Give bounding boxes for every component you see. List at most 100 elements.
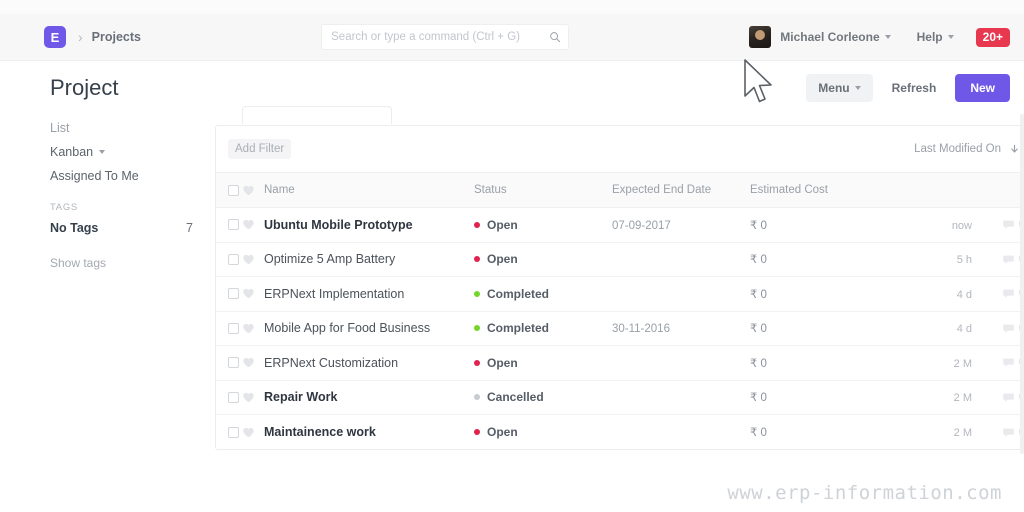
row-select-cell[interactable] bbox=[216, 242, 242, 277]
row-favorite-cell[interactable] bbox=[242, 415, 264, 450]
search-input[interactable] bbox=[321, 24, 570, 50]
select-all-checkbox[interactable] bbox=[228, 184, 239, 196]
comment-count-group[interactable]: 0 bbox=[978, 218, 1024, 231]
comment-icon[interactable] bbox=[1002, 253, 1015, 266]
project-name[interactable]: Maintainence work bbox=[264, 425, 376, 439]
row-comments-cell[interactable]: 0 bbox=[978, 311, 1024, 346]
row-name-cell[interactable]: Ubuntu Mobile Prototype bbox=[264, 208, 474, 243]
row-select-cell[interactable] bbox=[216, 208, 242, 243]
row-checkbox[interactable] bbox=[228, 426, 239, 438]
user-menu[interactable]: Michael Corleone bbox=[780, 30, 891, 44]
row-checkbox[interactable] bbox=[228, 322, 239, 334]
row-favorite-cell[interactable] bbox=[242, 208, 264, 243]
table-row[interactable]: ERPNext Implementation Completed ₹ 0 4 d 0 bbox=[216, 277, 1024, 312]
row-status-cell: Open bbox=[474, 415, 612, 450]
row-name-cell[interactable]: Optimize 5 Amp Battery bbox=[264, 242, 474, 277]
project-name[interactable]: ERPNext Implementation bbox=[264, 287, 404, 301]
comment-count-group[interactable]: 0 bbox=[978, 356, 1024, 369]
column-header-name[interactable]: Name bbox=[264, 173, 474, 208]
heart-icon[interactable] bbox=[242, 218, 255, 231]
refresh-button[interactable]: Refresh bbox=[880, 74, 949, 102]
row-select-cell[interactable] bbox=[216, 415, 242, 450]
select-all-cell[interactable] bbox=[216, 173, 242, 208]
show-tags-link[interactable]: Show tags bbox=[50, 256, 215, 270]
table-row[interactable]: Optimize 5 Amp Battery Open ₹ 0 5 h 0 bbox=[216, 242, 1024, 277]
row-comments-cell[interactable]: 0 bbox=[978, 242, 1024, 277]
comment-icon[interactable] bbox=[1002, 218, 1015, 231]
row-checkbox[interactable] bbox=[228, 219, 239, 231]
comment-icon[interactable] bbox=[1002, 391, 1015, 404]
heart-icon[interactable] bbox=[242, 253, 255, 266]
new-button[interactable]: New bbox=[955, 73, 1010, 102]
sidebar-item-assigned-to-me[interactable]: Assigned To Me bbox=[50, 169, 215, 183]
heart-icon[interactable] bbox=[242, 426, 255, 439]
app-logo-icon[interactable]: E bbox=[44, 26, 66, 48]
sidebar-item-list[interactable]: List bbox=[50, 121, 215, 135]
project-name[interactable]: Ubuntu Mobile Prototype bbox=[264, 218, 413, 232]
row-name-cell[interactable]: Repair Work bbox=[264, 380, 474, 415]
row-comments-cell[interactable]: 0 bbox=[978, 380, 1024, 415]
breadcrumb-projects-link[interactable]: Projects bbox=[92, 30, 141, 44]
row-checkbox[interactable] bbox=[228, 357, 239, 369]
heart-icon[interactable] bbox=[242, 287, 255, 300]
heart-icon[interactable] bbox=[242, 322, 255, 335]
row-favorite-cell[interactable] bbox=[242, 311, 264, 346]
comment-count-group[interactable]: 0 bbox=[978, 253, 1024, 266]
sort-control[interactable]: Last Modified On bbox=[914, 143, 1020, 155]
comment-count-group[interactable]: 0 bbox=[978, 391, 1024, 404]
row-favorite-cell[interactable] bbox=[242, 277, 264, 312]
row-checkbox[interactable] bbox=[228, 288, 239, 300]
table-row[interactable]: Ubuntu Mobile Prototype Open 07-09-2017 ₹ 0… bbox=[216, 208, 1024, 243]
menu-button[interactable]: Menu bbox=[806, 73, 873, 102]
row-select-cell[interactable] bbox=[216, 346, 242, 381]
row-checkbox[interactable] bbox=[228, 391, 239, 403]
row-favorite-cell[interactable] bbox=[242, 242, 264, 277]
row-end-date-cell bbox=[612, 415, 750, 450]
row-select-cell[interactable] bbox=[216, 311, 242, 346]
avatar[interactable] bbox=[749, 26, 772, 48]
row-name-cell[interactable]: Maintainence work bbox=[264, 415, 474, 450]
list-tab-stub[interactable] bbox=[242, 106, 392, 124]
help-menu[interactable]: Help bbox=[917, 30, 954, 44]
heart-icon[interactable] bbox=[242, 356, 255, 369]
comment-count-group[interactable]: 0 bbox=[978, 426, 1024, 439]
status-badge: Completed bbox=[474, 287, 612, 301]
project-name[interactable]: Optimize 5 Amp Battery bbox=[264, 252, 395, 266]
project-name[interactable]: ERPNext Customization bbox=[264, 356, 398, 370]
table-row[interactable]: ERPNext Customization Open ₹ 0 2 M 0 bbox=[216, 346, 1024, 381]
project-name[interactable]: Mobile App for Food Business bbox=[264, 321, 430, 335]
comment-count-group[interactable]: 0 bbox=[978, 322, 1024, 335]
comment-icon[interactable] bbox=[1002, 322, 1015, 335]
row-name-cell[interactable]: Mobile App for Food Business bbox=[264, 311, 474, 346]
row-comments-cell[interactable]: 0 bbox=[978, 208, 1024, 243]
table-row[interactable]: Repair Work Cancelled ₹ 0 2 M 0 bbox=[216, 380, 1024, 415]
row-select-cell[interactable] bbox=[216, 277, 242, 312]
column-header-estimated-cost[interactable]: Estimated Cost bbox=[750, 173, 900, 208]
comment-icon[interactable] bbox=[1002, 356, 1015, 369]
project-name[interactable]: Repair Work bbox=[264, 390, 337, 404]
sidebar-item-kanban[interactable]: Kanban bbox=[50, 145, 215, 159]
add-filter-button[interactable]: Add Filter bbox=[228, 139, 292, 159]
vertical-scrollbar[interactable] bbox=[1020, 114, 1024, 454]
table-row[interactable]: Mobile App for Food Business Completed 30-… bbox=[216, 311, 1024, 346]
row-select-cell[interactable] bbox=[216, 380, 242, 415]
table-row[interactable]: Maintainence work Open ₹ 0 2 M 0 bbox=[216, 415, 1024, 450]
heart-icon[interactable] bbox=[242, 391, 255, 404]
row-favorite-cell[interactable] bbox=[242, 380, 264, 415]
row-comments-cell[interactable]: 0 bbox=[978, 415, 1024, 450]
comment-icon[interactable] bbox=[1002, 287, 1015, 300]
row-favorite-cell[interactable] bbox=[242, 346, 264, 381]
comment-icon[interactable] bbox=[1002, 426, 1015, 439]
row-name-cell[interactable]: ERPNext Customization bbox=[264, 346, 474, 381]
sort-descending-icon[interactable] bbox=[1009, 144, 1020, 155]
sidebar-item-no-tags[interactable]: No Tags 7 bbox=[50, 221, 215, 235]
row-name-cell[interactable]: ERPNext Implementation bbox=[264, 277, 474, 312]
comment-count-group[interactable]: 0 bbox=[978, 287, 1024, 300]
column-header-status[interactable]: Status bbox=[474, 173, 612, 208]
row-comments-cell[interactable]: 0 bbox=[978, 277, 1024, 312]
notification-badge[interactable]: 20+ bbox=[975, 27, 1010, 47]
column-header-expected-end-date[interactable]: Expected End Date bbox=[612, 173, 750, 208]
row-comments-cell[interactable]: 0 bbox=[978, 346, 1024, 381]
row-checkbox[interactable] bbox=[228, 253, 239, 265]
estimated-cost: ₹ 0 bbox=[750, 392, 767, 405]
